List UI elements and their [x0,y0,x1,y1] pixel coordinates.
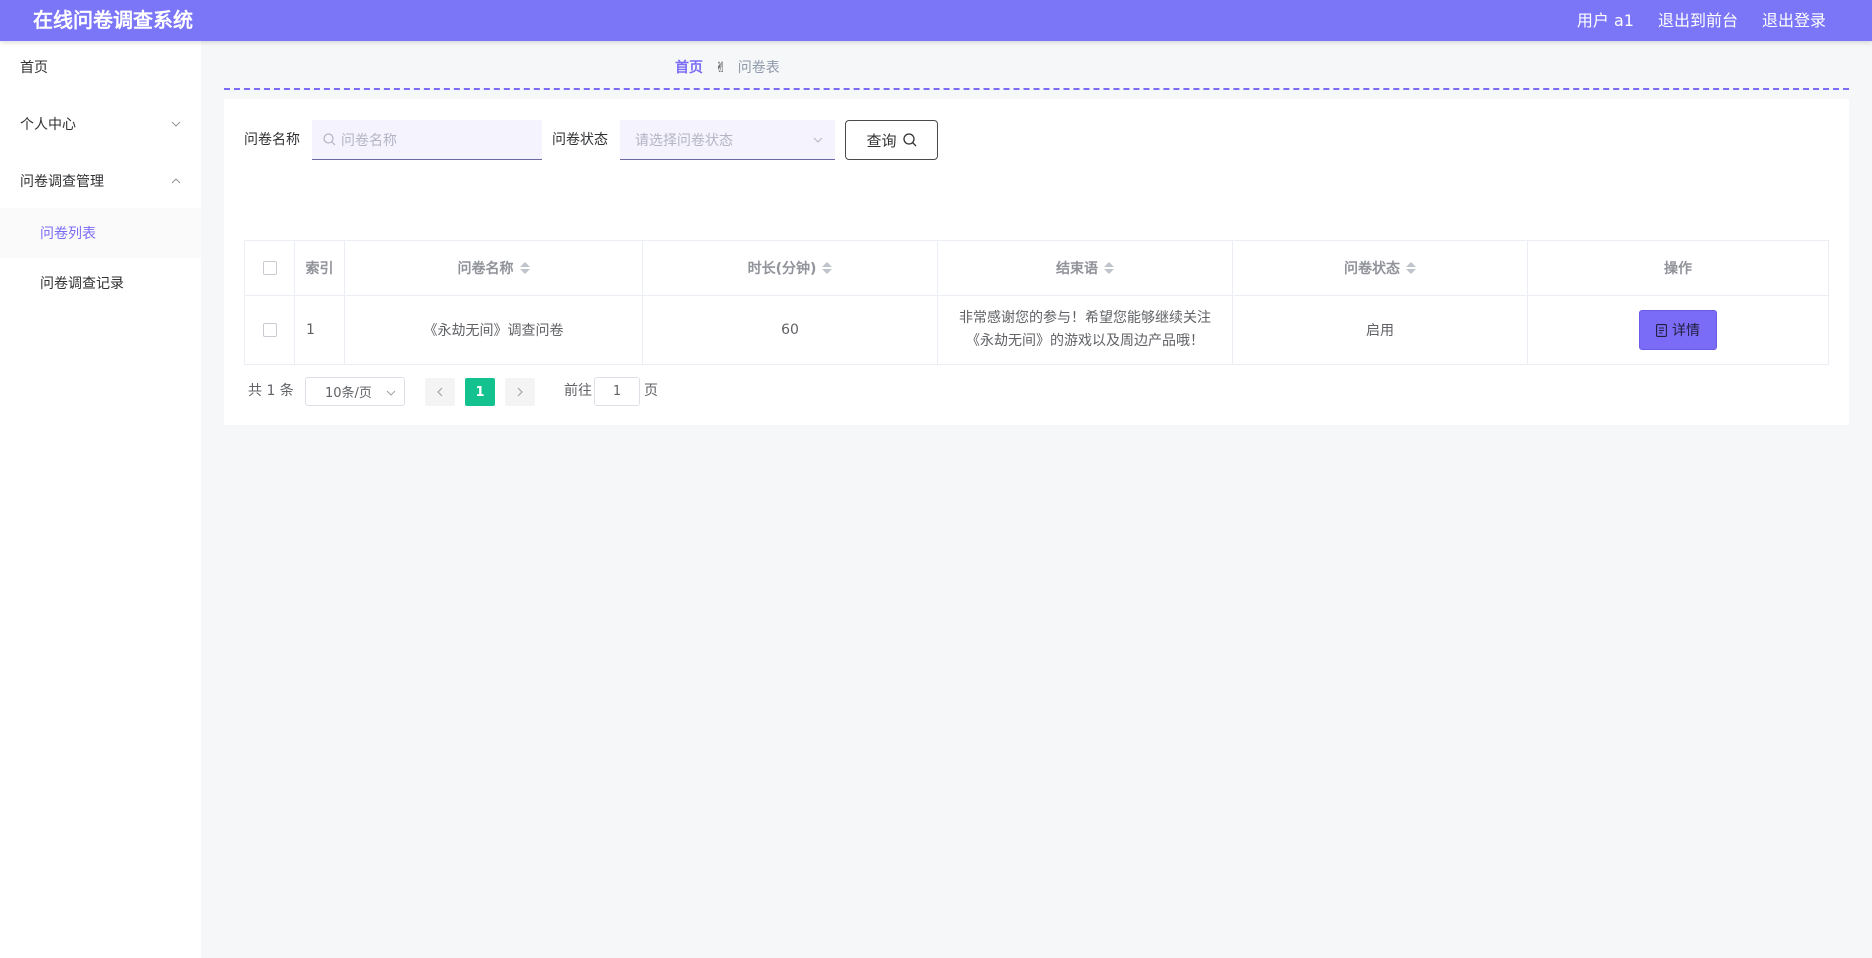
survey-name-input[interactable]: 问卷名称 [312,120,542,160]
breadcrumb-home-link[interactable]: 首页 [675,59,703,77]
header-duration[interactable]: 时长(分钟) [643,241,938,296]
detail-button[interactable]: 详情 [1639,310,1717,350]
header-actions: 操作 [1528,241,1828,296]
breadcrumb-divider [224,88,1849,90]
header-label: 问卷名称 [457,261,514,277]
row-status: 启用 [1233,296,1528,364]
breadcrumb-current: 问卷表 [737,60,780,76]
sidebar-item-label: 个人中心 [20,117,76,133]
sort-icon[interactable] [1104,262,1114,274]
top-links: 用户 a1 退出到前台 退出登录 [1577,10,1826,31]
chevron-down-icon [813,137,823,143]
logout-link[interactable]: 退出登录 [1762,10,1826,31]
sidebar-item-home[interactable]: 首页 [0,47,201,87]
header-ending[interactable]: 结束语 [938,241,1233,296]
breadcrumb: 首页 ✌ 问卷表 [675,59,780,77]
exit-to-front-link[interactable]: 退出到前台 [1658,10,1738,31]
sidebar-item-label: 问卷调查记录 [40,276,124,292]
page-number-current[interactable]: 1 [465,378,495,406]
row-ending: 非常感谢您的参与！希望您能够继续关注 《永劫无间》的游戏以及周边产品哦！ [938,296,1233,364]
document-icon [1656,323,1667,337]
sort-icon[interactable] [1406,262,1416,274]
row-checkbox[interactable] [262,323,277,337]
victory-hand-icon: ✌ [715,60,727,76]
query-button-label: 查询 [866,131,897,150]
goto-page-input[interactable]: 1 [594,377,640,406]
pagination-total: 共 1 条 [248,383,294,399]
sidebar-item-label: 问卷调查管理 [20,174,104,190]
page-size-value: 10条/页 [325,386,372,401]
row-survey-name: 《永劫无间》调查问卷 [345,296,643,364]
page-suffix-label: 页 [644,383,658,399]
survey-table: 索引 问卷名称 时长(分钟) 结束语 问卷状态 操作 1 《永劫无间》调查问卷 … [244,240,1829,365]
header-status[interactable]: 问卷状态 [1233,241,1528,296]
header-label: 问卷状态 [1344,261,1400,277]
sidebar-item-label: 首页 [20,60,48,76]
row-ending-line1: 非常感谢您的参与！希望您能够继续关注 [959,310,1211,326]
header-index: 索引 [295,241,345,296]
header-label: 时长(分钟) [747,261,817,277]
survey-status-label: 问卷状态 [552,132,608,148]
header-label: 结束语 [1056,261,1098,277]
survey-status-placeholder: 请选择问卷状态 [635,132,733,149]
survey-status-select[interactable]: 请选择问卷状态 [620,120,835,160]
page-size-select[interactable]: 10条/页 [305,377,405,406]
detail-button-label: 详情 [1672,323,1700,339]
chevron-left-icon [437,387,443,397]
chevron-up-icon [171,161,181,201]
header-survey-name[interactable]: 问卷名称 [345,241,643,296]
sidebar-item-survey-management[interactable]: 问卷调查管理 [0,161,201,201]
sidebar-item-personal-center[interactable]: 个人中心 [0,104,201,144]
header-select-all-cell [245,241,295,296]
prev-page-button[interactable] [425,378,455,406]
row-ending-line2: 《永劫无间》的游戏以及周边产品哦！ [966,333,1204,349]
search-icon [323,133,336,146]
chevron-down-icon [386,385,396,400]
row-select-cell [245,296,295,364]
sort-icon[interactable] [519,262,530,274]
user-name-link[interactable]: 用户 a1 [1577,10,1634,31]
sidebar-item-survey-list[interactable]: 问卷列表 [0,208,201,258]
sidebar: 首页 个人中心 问卷调查管理 问卷列表 问卷调查记录 [0,41,201,958]
next-page-button[interactable] [505,378,535,406]
survey-name-label: 问卷名称 [244,132,300,148]
sort-icon[interactable] [822,262,833,274]
row-actions: 详情 [1528,296,1828,364]
row-duration: 60 [643,296,938,364]
sidebar-item-label: 问卷列表 [40,226,96,242]
chevron-right-icon [517,387,523,397]
survey-name-placeholder: 问卷名称 [341,132,397,149]
sidebar-item-survey-records[interactable]: 问卷调查记录 [0,258,201,308]
chevron-down-icon [171,104,181,144]
row-index: 1 [295,296,345,364]
select-all-checkbox[interactable] [262,261,277,275]
query-button[interactable]: 查询 [845,120,938,160]
top-bar: 在线问卷调查系统 用户 a1 退出到前台 退出登录 [0,0,1872,41]
search-icon [902,133,917,147]
goto-label: 前往 [564,383,592,399]
app-title: 在线问卷调查系统 [33,8,193,32]
